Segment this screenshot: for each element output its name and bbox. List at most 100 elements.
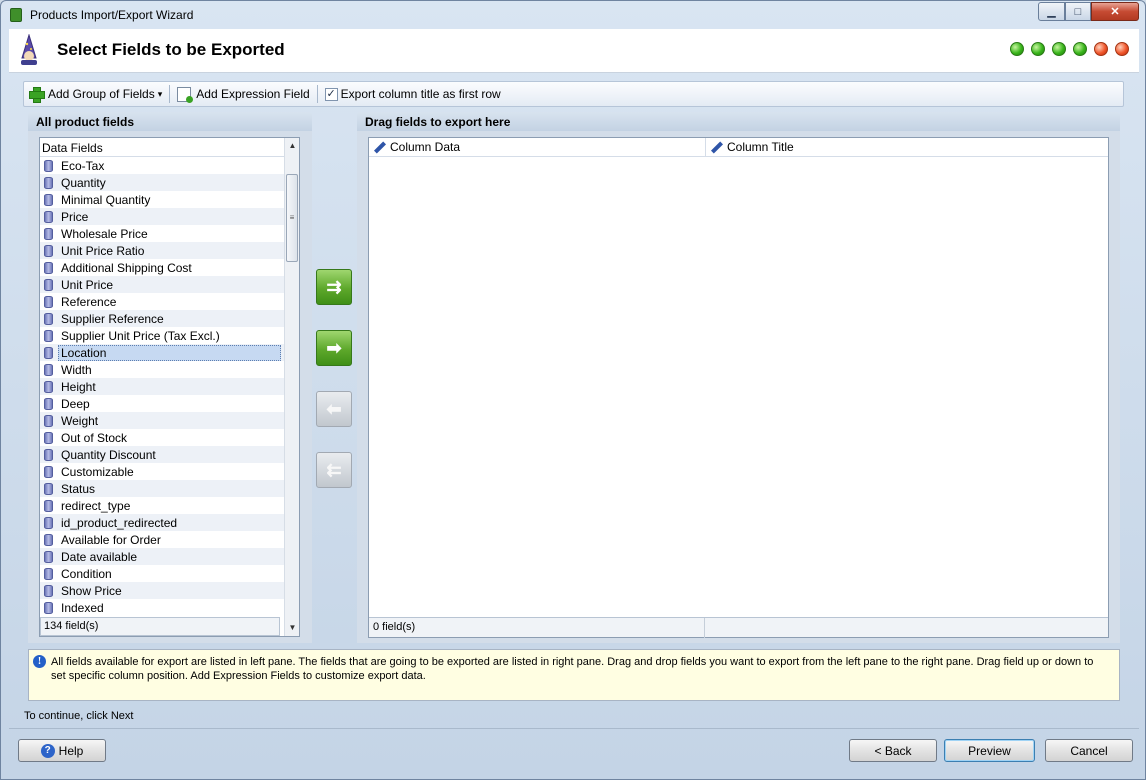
database-field-icon	[44, 465, 53, 478]
grid-footer: 0 field(s)	[369, 617, 1108, 638]
database-field-icon	[44, 380, 53, 393]
list-item[interactable]: Condition	[40, 565, 284, 582]
list-item[interactable]: Supplier Reference	[40, 310, 284, 327]
list-item-label: Out of Stock	[61, 430, 128, 445]
export-fields-grid[interactable]: Column Data Column Title 0 field(s)	[368, 137, 1109, 638]
database-field-icon	[44, 278, 53, 291]
list-item-label: Unit Price Ratio	[61, 243, 145, 258]
step-indicator	[1052, 42, 1066, 56]
list-item[interactable]: Indexed	[40, 599, 284, 616]
database-field-icon	[44, 227, 53, 240]
database-field-icon	[44, 414, 53, 427]
export-title-option[interactable]: ✓ Export column title as first row	[320, 83, 506, 105]
list-item-label: redirect_type	[61, 498, 131, 513]
wizard-step-indicators	[1010, 42, 1129, 56]
toolbar: Add Group of Fields ▾ Add Expression Fie…	[23, 81, 1124, 107]
add-expression-label: Add Expression Field	[196, 87, 310, 101]
list-item[interactable]: Supplier Unit Price (Tax Excl.)	[40, 327, 284, 344]
toolbar-separator	[316, 85, 318, 103]
scroll-thumb[interactable]: ≡	[286, 174, 298, 262]
wizard-icon	[21, 34, 37, 65]
preview-button[interactable]: Preview	[944, 739, 1035, 762]
list-item[interactable]: Deep	[40, 395, 284, 412]
list-item[interactable]: Price	[40, 208, 284, 225]
add-group-of-fields-button[interactable]: Add Group of Fields ▾	[24, 83, 167, 105]
list-item[interactable]: Eco-Tax	[40, 157, 284, 174]
list-item[interactable]: Weight	[40, 412, 284, 429]
scroll-up-icon[interactable]: ▲	[285, 138, 299, 154]
export-title-checkbox[interactable]: ✓	[324, 87, 338, 101]
step-indicator	[1031, 42, 1045, 56]
list-item[interactable]: Reference	[40, 293, 284, 310]
list-item[interactable]: Available for Order	[40, 531, 284, 548]
add-all-fields-button[interactable]: ⇉	[316, 269, 352, 305]
list-item-label: Wholesale Price	[61, 226, 148, 241]
pencil-icon	[373, 141, 386, 154]
all-product-fields-title: All product fields	[28, 112, 312, 131]
column-title-header[interactable]: Column Title	[706, 138, 1108, 157]
list-item[interactable]: Unit Price	[40, 276, 284, 293]
list-item-label: Condition	[61, 566, 112, 581]
database-field-icon	[44, 499, 53, 512]
remove-selected-field-button[interactable]: ⬅	[316, 391, 352, 427]
list-item[interactable]: Minimal Quantity	[40, 191, 284, 208]
step-indicator	[1073, 42, 1087, 56]
database-field-icon	[44, 550, 53, 563]
available-fields-list[interactable]: Data Fields Eco-Tax Quantity Minimal Quant…	[39, 137, 300, 637]
list-item[interactable]: Height	[40, 378, 284, 395]
list-item-label: Show Price	[61, 583, 122, 598]
list-item[interactable]: Quantity	[40, 174, 284, 191]
wizard-header: Select Fields to be Exported	[9, 29, 1139, 73]
maximize-button[interactable]: □	[1065, 2, 1091, 21]
column-data-header[interactable]: Column Data	[369, 138, 706, 157]
add-selected-field-button[interactable]: ➡	[316, 330, 352, 366]
window-title: Products Import/Export Wizard	[30, 8, 194, 22]
list-item-label: Customizable	[61, 464, 134, 479]
list-item-label: Reference	[61, 294, 117, 309]
list-item-label: Location	[58, 344, 281, 361]
close-button[interactable]: ✕	[1091, 2, 1139, 21]
remove-all-fields-button[interactable]: ⇇	[316, 452, 352, 488]
list-item[interactable]: Unit Price Ratio	[40, 242, 284, 259]
list-item-label: Indexed	[61, 600, 104, 615]
list-item[interactable]: Location	[40, 344, 284, 361]
list-item-label: Width	[61, 362, 92, 377]
list-item[interactable]: Out of Stock	[40, 429, 284, 446]
database-field-icon	[44, 448, 53, 461]
list-item[interactable]: Quantity Discount	[40, 446, 284, 463]
back-button[interactable]: < Back	[849, 739, 937, 762]
list-item[interactable]: Width	[40, 361, 284, 378]
list-item[interactable]: Show Price	[40, 582, 284, 599]
list-item-label: Minimal Quantity	[61, 192, 151, 207]
database-field-icon	[44, 346, 53, 359]
pencil-icon	[710, 141, 723, 154]
database-field-icon	[44, 516, 53, 529]
field-list-items: Eco-Tax Quantity Minimal Quantity Price Whol…	[40, 157, 284, 616]
list-item[interactable]: id_product_redirected	[40, 514, 284, 531]
add-expression-field-button[interactable]: Add Expression Field	[172, 83, 314, 105]
help-button[interactable]: ? Help	[18, 739, 106, 762]
list-item[interactable]: redirect_type	[40, 497, 284, 514]
database-field-icon	[44, 533, 53, 546]
list-item-label: Quantity Discount	[61, 447, 156, 462]
list-item[interactable]: Date available	[40, 548, 284, 565]
vertical-scrollbar[interactable]: ▲ ≡ ▼	[284, 138, 299, 636]
plus-icon	[29, 87, 45, 103]
scroll-down-icon[interactable]: ▼	[285, 620, 299, 636]
list-item[interactable]: Wholesale Price	[40, 225, 284, 242]
list-item-label: Supplier Unit Price (Tax Excl.)	[61, 328, 220, 343]
list-item[interactable]: Additional Shipping Cost	[40, 259, 284, 276]
toolbar-separator	[169, 85, 171, 103]
database-field-icon	[44, 397, 53, 410]
database-field-icon	[44, 584, 53, 597]
list-item[interactable]: Status	[40, 480, 284, 497]
cancel-button[interactable]: Cancel	[1045, 739, 1133, 762]
footer-separator	[9, 728, 1139, 729]
list-item[interactable]: Customizable	[40, 463, 284, 480]
page-title: Select Fields to be Exported	[57, 40, 285, 59]
list-item-label: Unit Price	[61, 277, 114, 292]
database-field-icon	[44, 363, 53, 376]
minimize-button[interactable]: ▁	[1038, 2, 1065, 21]
list-item-label: id_product_redirected	[61, 515, 178, 530]
info-text: All fields available for export are list…	[51, 656, 1094, 682]
